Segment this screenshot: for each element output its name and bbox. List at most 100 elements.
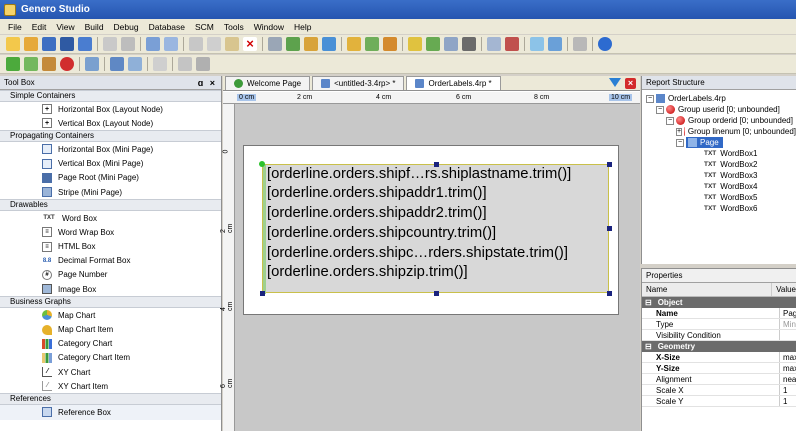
tab-untitled-3[interactable]: <untitled-3.4rp> * <box>312 76 405 90</box>
property-row[interactable]: Alignmentnear <box>642 374 796 385</box>
collapse-toggle-icon[interactable]: − <box>666 116 674 125</box>
property-row[interactable]: Scale X1 <box>642 385 796 396</box>
category-simple-containers[interactable]: Simple Containers <box>0 90 221 102</box>
layout-icon[interactable] <box>530 37 544 51</box>
word-box-3[interactable]: [orderline.orders.shipaddr2.trim()] <box>265 204 487 222</box>
tool-item[interactable]: Map Chart Item <box>0 322 221 336</box>
debug-icon[interactable] <box>347 37 361 51</box>
tree-node-wordbox[interactable]: TXT WordBox5 <box>642 192 796 203</box>
word-box-1[interactable]: [orderline.orders.shipf…rs.shiplastname.… <box>265 165 571 183</box>
tree-node-wordbox[interactable]: TXT WordBox4 <box>642 181 796 192</box>
category-business-graphs[interactable]: Business Graphs <box>0 296 221 309</box>
menu-view[interactable]: View <box>52 22 80 32</box>
play-icon[interactable] <box>6 57 20 71</box>
resize-handle-right[interactable] <box>607 226 612 231</box>
menu-edit[interactable]: Edit <box>28 22 53 32</box>
flag-icon[interactable] <box>505 37 519 51</box>
property-group-object[interactable]: ⊟ Object <box>642 297 796 308</box>
menu-window[interactable]: Window <box>250 22 290 32</box>
menu-help[interactable]: Help <box>290 22 317 32</box>
zoom-icon[interactable] <box>444 37 458 51</box>
new-file-icon[interactable] <box>6 37 20 51</box>
tools-icon[interactable] <box>462 37 476 51</box>
copy-icon[interactable] <box>207 37 221 51</box>
build-icon[interactable] <box>286 37 300 51</box>
tree-node-page[interactable]: − Page <box>642 137 796 148</box>
tool-item[interactable]: Map Chart <box>0 308 221 322</box>
menu-file[interactable]: File <box>4 22 28 32</box>
tree-node-report[interactable]: − OrderLabels.4rp <box>642 93 796 104</box>
properties-icon[interactable] <box>268 37 282 51</box>
stop-icon[interactable] <box>60 57 74 71</box>
property-value[interactable]: max <box>780 352 796 362</box>
collapse-toggle-icon[interactable]: − <box>656 105 664 114</box>
property-row[interactable]: X-Sizemax <box>642 352 796 363</box>
tool-item[interactable]: # Page Number <box>0 268 221 282</box>
property-row[interactable]: TypeMiniPage <box>642 319 796 330</box>
print-icon[interactable] <box>103 37 117 51</box>
collapse-icon[interactable]: ⊟ <box>645 298 652 307</box>
column-header-value[interactable]: Value <box>772 283 796 296</box>
resize-handle-bottom-right[interactable] <box>607 291 612 296</box>
property-value[interactable]: 1 <box>780 385 796 395</box>
tool-item[interactable]: Reference Box <box>0 405 221 420</box>
tool-item[interactable]: + Vertical Box (Layout Node) <box>0 116 221 130</box>
property-row[interactable]: Scale Y1 <box>642 396 796 407</box>
tree-node-wordbox[interactable]: TXT WordBox1 <box>642 148 796 159</box>
property-value[interactable]: 1 <box>780 396 796 406</box>
menu-build[interactable]: Build <box>81 22 110 32</box>
report-page[interactable]: [orderline.orders.shipf…rs.shiplastname.… <box>243 145 619 315</box>
resize-handle-top[interactable] <box>434 162 439 167</box>
word-box-2[interactable]: [orderline.orders.shipaddr1.trim()] <box>265 184 487 202</box>
tree-node-group[interactable]: + Group linenum [0; unbounded] <box>642 126 796 137</box>
menu-tools[interactable]: Tools <box>220 22 250 32</box>
property-value[interactable]: max <box>780 363 796 373</box>
property-row[interactable]: Y-Sizemax <box>642 363 796 374</box>
help-icon[interactable] <box>598 37 612 51</box>
grid-icon[interactable] <box>153 57 167 71</box>
tool-item[interactable]: 8.8 Decimal Format Box <box>0 254 221 268</box>
redo-icon[interactable] <box>164 37 178 51</box>
save-icon[interactable] <box>42 37 56 51</box>
paragraph-icon[interactable] <box>85 57 99 71</box>
paste-icon[interactable] <box>225 37 239 51</box>
word-box-5[interactable]: [orderline.orders.shipc…rders.shipstate.… <box>265 244 568 262</box>
property-row[interactable]: NamePage <box>642 308 796 319</box>
debug-run-icon[interactable] <box>24 57 38 71</box>
expand-toggle-icon[interactable]: + <box>676 127 683 136</box>
tree-node-wordbox[interactable]: TXT WordBox2 <box>642 159 796 170</box>
run-icon[interactable] <box>365 37 379 51</box>
panel-close-icon[interactable]: × <box>210 78 217 88</box>
category-propagating-containers[interactable]: Propagating Containers <box>0 130 221 143</box>
property-group-geometry[interactable]: ⊟ Geometry <box>642 341 796 352</box>
cut-icon[interactable] <box>189 37 203 51</box>
save-as-icon[interactable] <box>78 37 92 51</box>
options-icon[interactable] <box>573 37 587 51</box>
design-canvas[interactable]: [orderline.orders.shipf…rs.shiplastname.… <box>235 104 640 431</box>
collapse-icon[interactable]: ⊟ <box>645 342 652 351</box>
property-value[interactable]: MiniPage <box>780 319 796 329</box>
menu-scm[interactable]: SCM <box>191 22 220 32</box>
tool-item[interactable]: + Horizontal Box (Layout Node) <box>0 102 221 116</box>
window-icon[interactable] <box>487 37 501 51</box>
tab-welcome-page[interactable]: Welcome Page <box>225 76 311 90</box>
collapse-toggle-icon[interactable]: − <box>646 94 654 103</box>
snap-icon[interactable] <box>178 57 192 71</box>
page-container[interactable]: [orderline.orders.shipf…rs.shiplastname.… <box>262 164 609 294</box>
find-icon[interactable] <box>408 37 422 51</box>
menu-database[interactable]: Database <box>145 22 191 32</box>
tool-item[interactable]: Stripe (Mini Page) <box>0 185 221 199</box>
property-value[interactable]: Page <box>780 308 796 318</box>
property-value[interactable]: near <box>780 374 796 384</box>
tree-node-group[interactable]: − Group orderid [0; unbounded] <box>642 115 796 126</box>
tab-orderlabels[interactable]: OrderLabels.4rp * <box>406 76 501 90</box>
word-box-4[interactable]: [orderline.orders.shipcountry.trim()] <box>265 224 496 242</box>
group-icon[interactable] <box>196 57 210 71</box>
tree-node-selected[interactable]: Page <box>686 137 723 148</box>
distribute-icon[interactable] <box>128 57 142 71</box>
tool-item[interactable]: Page Root (Mini Page) <box>0 171 221 185</box>
collapse-toggle-icon[interactable]: − <box>676 138 684 147</box>
tool-item[interactable]: Category Chart Item <box>0 351 221 365</box>
save-all-icon[interactable] <box>60 37 74 51</box>
property-row[interactable]: Visibility Condition <box>642 330 796 341</box>
